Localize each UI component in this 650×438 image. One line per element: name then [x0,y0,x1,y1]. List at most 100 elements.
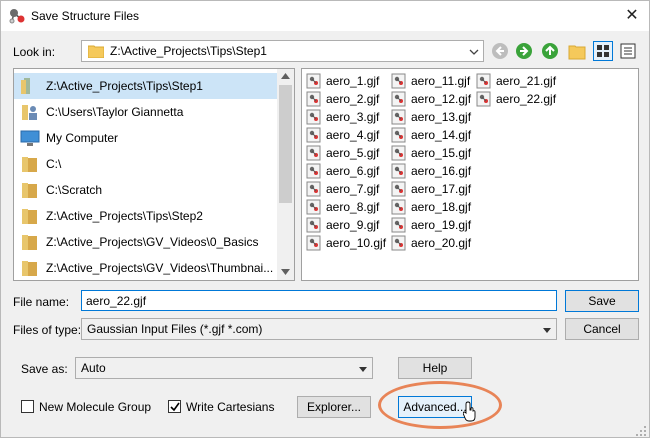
file-item[interactable]: aero_4.gjf [306,126,387,144]
location-item[interactable]: Z:\Active_Projects\GV_Videos\0_Basics [14,229,288,255]
location-item[interactable]: C:\Users\Taylor Giannetta [14,99,288,125]
file-name: aero_16.gjf [411,164,472,178]
chevron-down-icon [469,49,479,55]
mouse-cursor-icon [463,401,476,422]
user-folder-icon [22,105,37,120]
file-type-combo[interactable]: Gaussian Input Files (*.gjf *.com) [81,318,557,340]
gjf-file-icon [391,73,406,89]
location-item[interactable]: Z:\Active_Projects\Tips\Step1 [14,73,288,99]
gjf-file-icon [306,91,321,107]
file-item[interactable]: aero_18.gjf [391,198,472,216]
file-item[interactable]: aero_2.gjf [306,90,387,108]
location-label: My Computer [46,131,119,145]
look-in-combo[interactable]: Z:\Active_Projects\Tips\Step1 [81,40,484,62]
new-molecule-group-checkbox[interactable] [21,400,34,413]
scroll-up-icon[interactable] [281,73,290,79]
gjf-file-icon [391,109,406,125]
file-name: aero_13.gjf [411,110,472,124]
write-cartesians-checkbox[interactable] [168,400,181,413]
scroll-down-icon[interactable] [281,269,290,275]
file-name-input[interactable]: aero_22.gjf [81,290,557,311]
gjf-file-icon [306,145,321,161]
file-name: aero_2.gjf [326,92,380,106]
close-icon: ✕ [625,7,639,24]
gjf-file-icon [391,145,406,161]
save-as-combo[interactable]: Auto [75,357,373,379]
file-name: aero_20.gjf [411,236,472,250]
location-label: Z:\Active_Projects\GV_Videos\Thumbnai... [46,261,274,275]
files-panel: aero_1.gjf aero_2.gjf aero_3.gjf aero_4.gjf… [301,68,639,281]
dropdown-arrow-icon [359,367,367,372]
gjf-file-icon [391,217,406,233]
window-title: Save Structure Files [31,9,140,23]
cancel-button[interactable]: Cancel [565,318,639,340]
location-item[interactable]: C:\Scratch [14,177,288,203]
file-item[interactable]: aero_22.gjf [476,90,557,108]
folder-icon [21,78,30,94]
file-item[interactable]: aero_7.gjf [306,180,387,198]
file-item[interactable]: aero_6.gjf [306,162,387,180]
file-item[interactable]: aero_17.gjf [391,180,472,198]
close-button[interactable]: ✕ [619,4,645,26]
help-button[interactable]: Help [398,357,472,379]
gjf-file-icon [391,163,406,179]
explorer-button[interactable]: Explorer... [297,396,371,418]
dropdown-arrow-icon [543,328,551,333]
location-label: C:\Users\Taylor Giannetta [46,105,184,119]
file-item[interactable]: aero_10.gjf [306,234,387,252]
look-in-path: Z:\Active_Projects\Tips\Step1 [110,44,267,58]
file-name: aero_17.gjf [411,182,472,196]
location-label: Z:\Active_Projects\GV_Videos\0_Basics [46,235,259,249]
gjf-file-icon [476,73,491,89]
drive-icon [22,157,37,172]
checkmark-icon [170,402,180,412]
file-name: aero_12.gjf [411,92,472,106]
file-name: aero_5.gjf [326,146,380,160]
back-icon[interactable] [491,42,509,60]
file-type-label: Files of type: [13,323,82,337]
forward-icon[interactable] [515,42,533,60]
location-item[interactable]: Z:\Active_Projects\Tips\Step2 [14,203,288,229]
file-item[interactable]: aero_9.gjf [306,216,387,234]
location-item[interactable]: C:\ [14,151,288,177]
look-in-label: Look in: [13,45,56,59]
locations-scrollbar[interactable] [277,69,294,280]
file-item[interactable]: aero_16.gjf [391,162,472,180]
file-name: aero_8.gjf [326,200,380,214]
location-item[interactable]: Z:\Active_Projects\GV_Videos\Thumbnai... [14,255,288,280]
icon-view-button[interactable] [593,41,613,61]
file-item[interactable]: aero_11.gjf [391,72,472,90]
folder-icon [22,261,37,276]
parent-folder-icon[interactable] [541,42,559,60]
file-item[interactable]: aero_19.gjf [391,216,472,234]
file-item[interactable]: aero_15.gjf [391,144,472,162]
new-folder-icon[interactable] [568,42,586,60]
gjf-file-icon [306,73,321,89]
file-item[interactable]: aero_21.gjf [476,72,557,90]
location-label: Z:\Active_Projects\Tips\Step1 [46,79,203,93]
save-as-value: Auto [81,361,106,375]
file-item[interactable]: aero_8.gjf [306,198,387,216]
file-item[interactable]: aero_20.gjf [391,234,472,252]
locations-panel: Z:\Active_Projects\Tips\Step1 C:\Users\T… [13,68,295,281]
scrollbar-thumb[interactable] [279,85,292,203]
gjf-file-icon [306,181,321,197]
computer-icon [20,130,40,146]
save-button[interactable]: Save [565,290,639,312]
detail-view-icon[interactable] [619,42,637,60]
gjf-file-icon [391,127,406,143]
gjf-file-icon [306,235,321,251]
file-item[interactable]: aero_3.gjf [306,108,387,126]
file-type-value: Gaussian Input Files (*.gjf *.com) [87,322,263,336]
gjf-file-icon [306,127,321,143]
file-item[interactable]: aero_5.gjf [306,144,387,162]
highlight-annotation [378,381,502,429]
location-item[interactable]: My Computer [14,125,288,151]
gjf-file-icon [476,91,491,107]
file-item[interactable]: aero_13.gjf [391,108,472,126]
file-item[interactable]: aero_12.gjf [391,90,472,108]
resize-grip-icon[interactable] [635,425,647,437]
file-item[interactable]: aero_14.gjf [391,126,472,144]
file-item[interactable]: aero_1.gjf [306,72,387,90]
save-structure-files-dialog: Save Structure Files ✕ Look in: Z:\Activ… [0,0,650,438]
